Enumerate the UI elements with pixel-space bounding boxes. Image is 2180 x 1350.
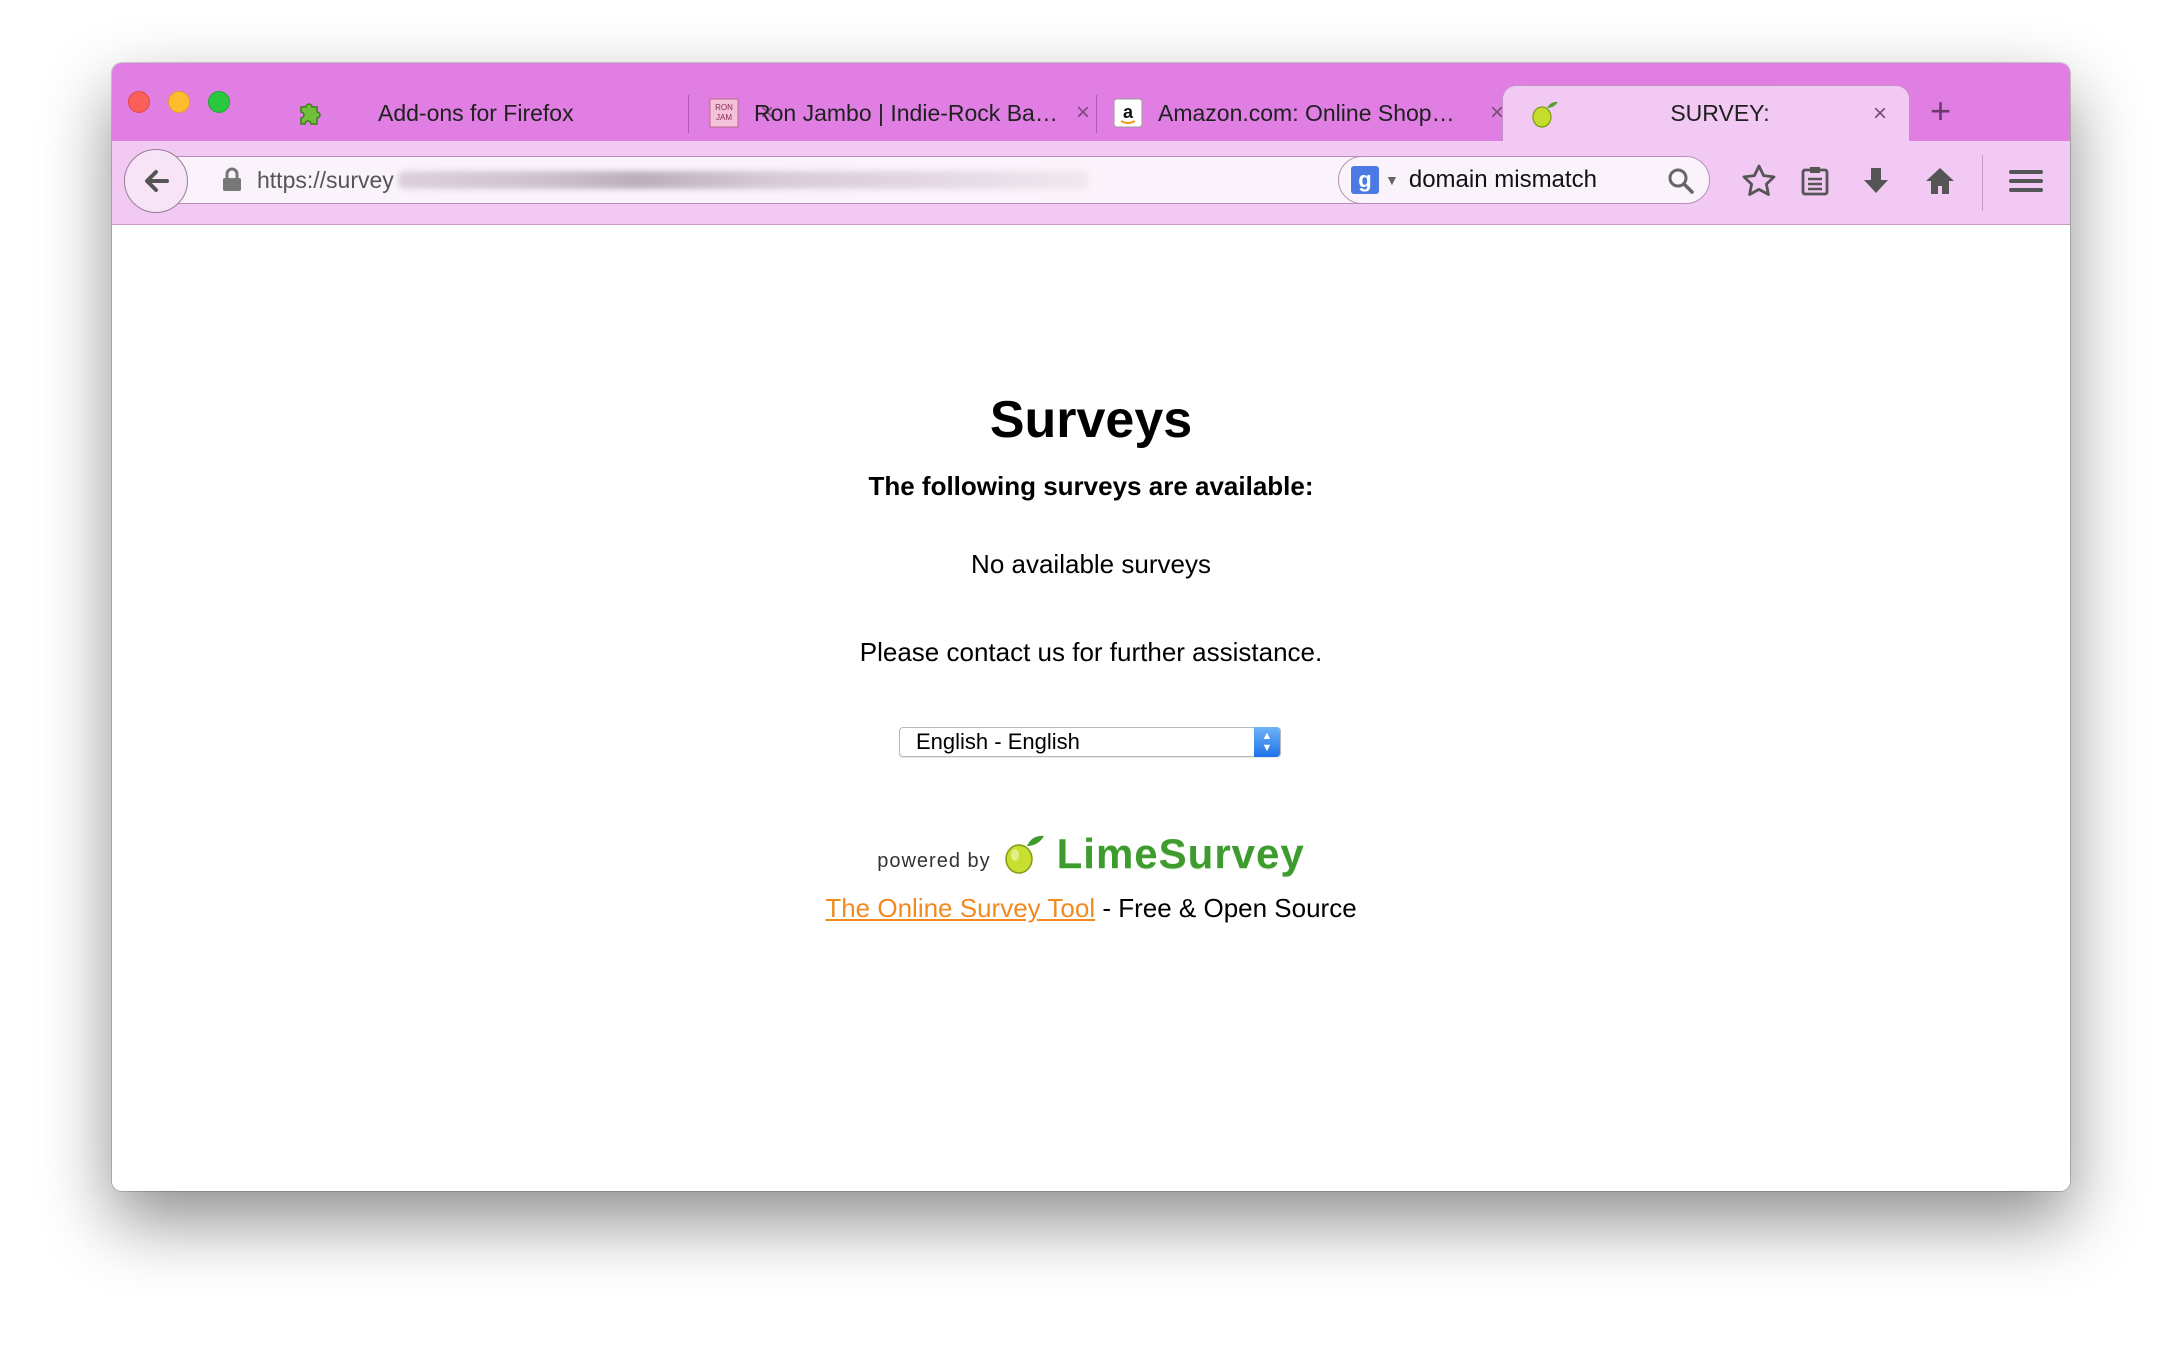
back-button[interactable] xyxy=(124,149,188,213)
amazon-favicon: a xyxy=(1112,97,1144,129)
no-surveys-message: No available surveys xyxy=(971,549,1211,579)
tab-label: SURVEY: xyxy=(1670,100,1770,126)
tab-label: Amazon.com: Online Shop… xyxy=(1158,99,1455,126)
tab-separator xyxy=(1096,95,1097,133)
search-bar[interactable]: g ▼ xyxy=(1338,156,1710,204)
bookmarks-menu-icon[interactable] xyxy=(1795,161,1835,201)
language-select-value: English - English xyxy=(916,729,1080,754)
tab-label: Add-ons for Firefox xyxy=(378,99,574,126)
ron-jambo-favicon: RON JAM xyxy=(708,97,740,129)
chevron-down-icon[interactable]: ▼ xyxy=(1385,172,1399,188)
tab-close-icon[interactable]: × xyxy=(1865,100,1895,128)
tab-amazon[interactable]: a Amazon.com: Online Shop… × xyxy=(1112,85,1512,141)
tab-survey[interactable]: SURVEY: × xyxy=(1502,85,1910,141)
tab-separator xyxy=(688,95,689,133)
footer-text: The Online Survey Tool - Free & Open Sou… xyxy=(112,893,2070,924)
url-text: https://survey xyxy=(257,166,394,193)
select-arrows-icon: ▲ ▼ xyxy=(1254,727,1280,757)
search-icon[interactable] xyxy=(1667,167,1695,195)
tab-ron-jambo[interactable]: RON JAM Ron Jambo | Indie-Rock Ba… × xyxy=(708,85,1098,141)
bookmark-star-icon[interactable] xyxy=(1739,161,1779,201)
page-title: Surveys xyxy=(989,391,1193,449)
back-arrow-icon xyxy=(145,170,169,192)
svg-text:JAM: JAM xyxy=(716,113,732,122)
new-tab-button[interactable]: + xyxy=(1930,93,1951,129)
tab-close-icon[interactable]: × xyxy=(1068,99,1098,127)
hamburger-menu-icon[interactable] xyxy=(2006,161,2046,201)
minimize-window-button[interactable] xyxy=(168,91,190,113)
online-survey-tool-link[interactable]: The Online Survey Tool xyxy=(825,893,1095,923)
powered-by-text: powered by xyxy=(877,849,991,872)
page-content: Surveys The following surveys are availa… xyxy=(112,225,2070,1191)
browser-window: Add-ons for Firefox × RON JAM Ron Jambo |… xyxy=(112,63,2070,1191)
tab-label: Ron Jambo | Indie-Rock Ba… xyxy=(754,99,1058,126)
download-icon[interactable] xyxy=(1856,161,1896,201)
lime-logo-icon xyxy=(1004,835,1044,874)
page-subtitle: The following surveys are available: xyxy=(868,471,1314,501)
close-window-button[interactable] xyxy=(128,91,150,113)
zoom-window-button[interactable] xyxy=(208,91,230,113)
language-select[interactable]: English - English ▲ ▼ xyxy=(899,727,1281,757)
lock-icon xyxy=(221,167,247,193)
svg-text:RON: RON xyxy=(715,103,733,112)
limesurvey-brand-text: LimeSurvey xyxy=(1056,830,1305,877)
google-search-engine-icon[interactable]: g xyxy=(1351,166,1379,194)
address-bar[interactable]: https://survey ▽ xyxy=(170,156,1440,204)
navigation-toolbar: https://survey ▽ g ▼ xyxy=(112,141,2070,225)
svg-text:a: a xyxy=(1123,102,1134,122)
powered-by-logo[interactable]: powered by LimeSurvey xyxy=(112,830,2070,878)
lime-favicon xyxy=(1529,98,1561,130)
tab-strip: Add-ons for Firefox × RON JAM Ron Jambo |… xyxy=(112,63,2070,141)
footer-suffix: - Free & Open Source xyxy=(1095,893,1357,923)
puzzle-piece-icon xyxy=(292,97,324,129)
search-input[interactable] xyxy=(1408,166,1659,194)
contact-message: Please contact us for further assistance… xyxy=(859,637,1323,667)
blurred-url-remainder xyxy=(397,171,1088,189)
toolbar-divider xyxy=(1982,155,1983,211)
home-icon[interactable] xyxy=(1920,161,1960,201)
